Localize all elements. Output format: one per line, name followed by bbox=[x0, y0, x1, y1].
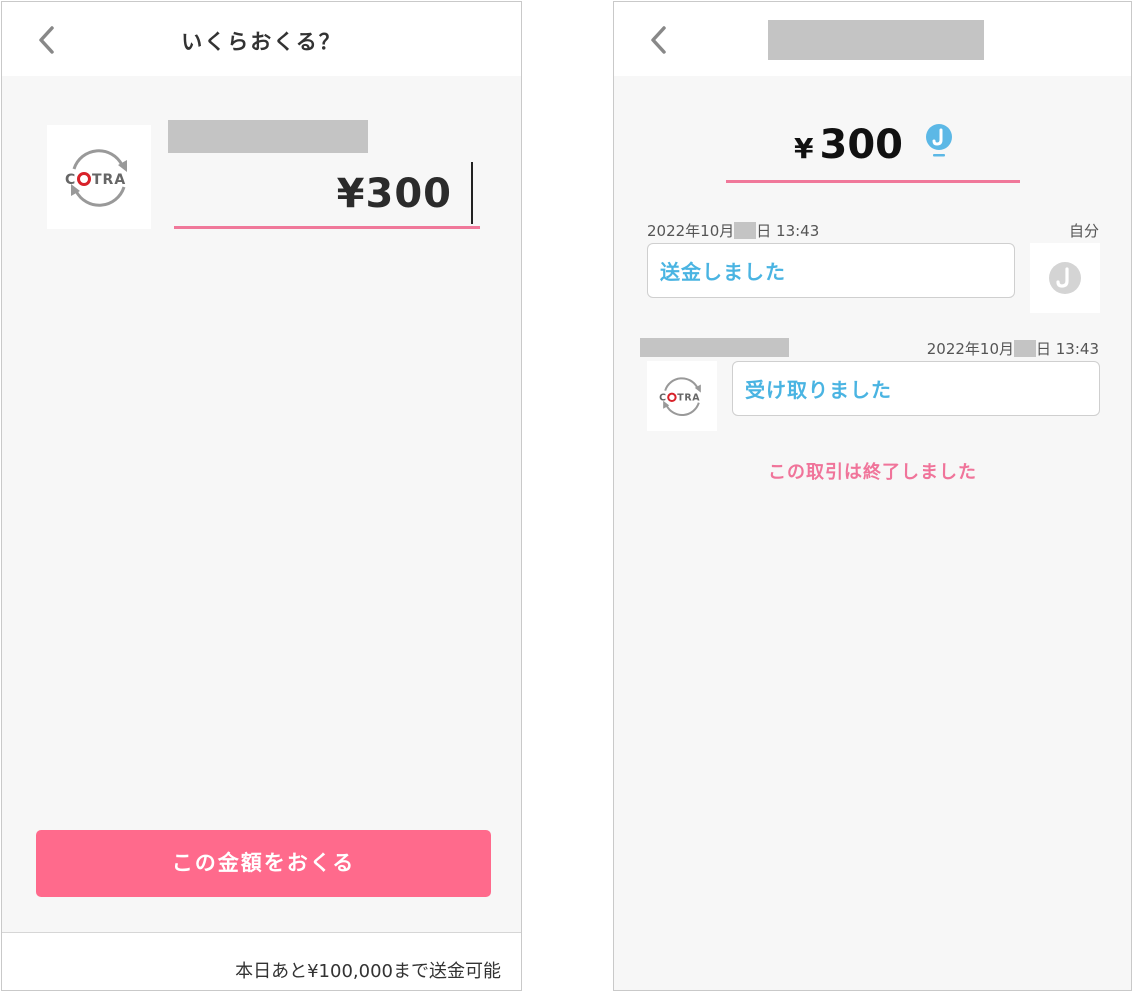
sender-avatar: C TRA bbox=[647, 361, 717, 431]
header bbox=[614, 2, 1131, 76]
sender-label: 自分 bbox=[1068, 222, 1099, 240]
svg-text:TRA: TRA bbox=[92, 172, 126, 188]
page-title: いくらおくる？ bbox=[181, 30, 342, 54]
message-timestamp: 2022年10月日 13:43 bbox=[647, 222, 820, 240]
transaction-detail-screen: ¥300 2022年10月日 13:43 自分 送金しました 2022年10月日… bbox=[613, 1, 1132, 991]
back-button[interactable] bbox=[644, 24, 674, 56]
amount-underline bbox=[726, 180, 1020, 183]
redacted-page-title bbox=[768, 20, 984, 60]
amount-input[interactable] bbox=[174, 164, 452, 224]
cotra-logo: C TRA bbox=[659, 377, 701, 416]
transaction-amount: ¥300 bbox=[794, 122, 903, 168]
remaining-limit-text: 本日あと¥100,000まで送金可能 bbox=[235, 961, 501, 982]
recipient-avatar: C TRA bbox=[47, 125, 151, 229]
svg-text:C: C bbox=[65, 172, 76, 188]
text-caret bbox=[471, 162, 473, 224]
message-timestamp: 2022年10月日 13:43 bbox=[926, 340, 1099, 358]
svg-text:TRA: TRA bbox=[677, 393, 700, 404]
coin-icon bbox=[926, 124, 952, 157]
cotra-logo: C TRA bbox=[65, 149, 127, 207]
footer: 本日あと¥100,000まで送金可能 bbox=[2, 932, 521, 990]
transaction-ended-status: この取引は終了しました bbox=[768, 462, 977, 483]
own-avatar bbox=[1030, 243, 1100, 313]
redacted-sender-name bbox=[640, 338, 789, 357]
redacted-recipient-name bbox=[168, 120, 368, 153]
amount-underline bbox=[174, 226, 480, 229]
redacted-day bbox=[1014, 340, 1036, 357]
svg-text:C: C bbox=[659, 393, 667, 404]
redacted-day bbox=[734, 222, 757, 239]
chevron-left-icon bbox=[651, 26, 666, 54]
user-icon bbox=[1049, 262, 1081, 294]
message-bubble: 送金しました bbox=[647, 243, 1015, 298]
header: いくらおくる？ bbox=[2, 2, 521, 76]
send-amount-screen: いくらおくる？ C TRA この金額をおくる 本日あと¥100,000まで送金可… bbox=[1, 1, 522, 991]
message-bubble: 受け取りました bbox=[732, 361, 1100, 416]
send-amount-button[interactable]: この金額をおくる bbox=[36, 830, 491, 897]
